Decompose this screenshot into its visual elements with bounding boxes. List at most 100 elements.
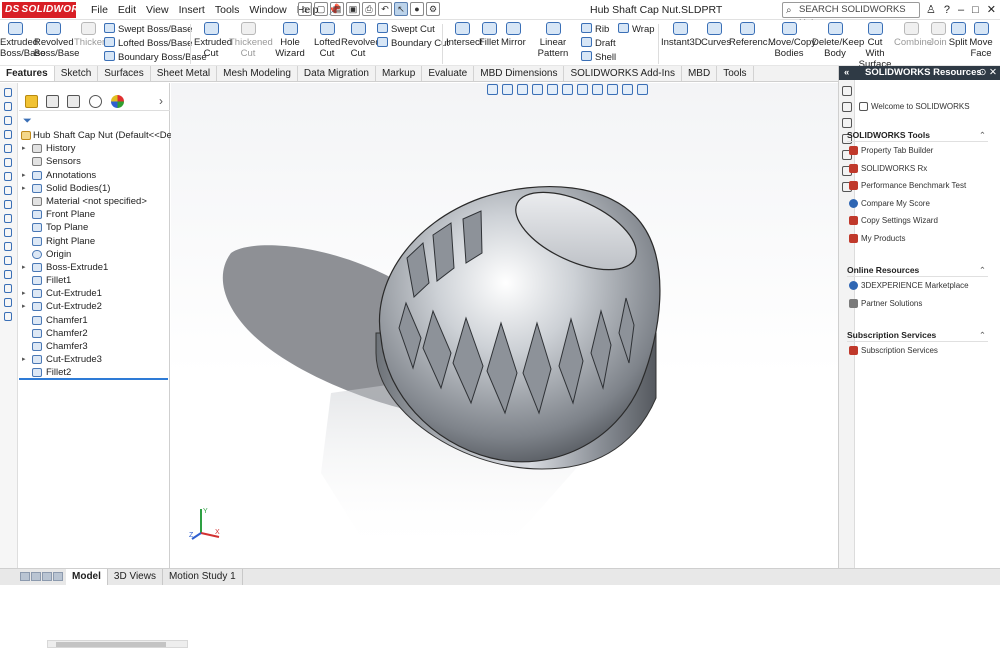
link-property-tab-builder[interactable]: Property Tab Builder	[847, 142, 988, 160]
prev-tab-icon[interactable]	[31, 572, 41, 581]
tool-icon[interactable]	[4, 312, 12, 321]
tool-icon[interactable]	[4, 130, 12, 139]
tree-item-chamfer2[interactable]: Chamfer2	[19, 327, 170, 340]
thicken-button[interactable]: Thicken	[74, 22, 107, 48]
tree-item-chamfer3[interactable]: Chamfer3	[19, 340, 170, 353]
draft-button[interactable]: Draft	[581, 37, 616, 50]
help-icon[interactable]: ?	[944, 0, 950, 20]
search-input[interactable]: ⌕ SEARCH SOLIDWORKS Help	[782, 2, 920, 29]
tree-item-cut-extrude2[interactable]: ▸ Cut-Extrude2	[19, 300, 170, 313]
pin-pane-icon[interactable]: ⊙ ✕	[978, 66, 997, 80]
curves-button[interactable]: Curves	[701, 22, 731, 48]
tool-icon[interactable]	[4, 116, 12, 125]
next-tab-icon[interactable]	[42, 572, 52, 581]
tree-item-history[interactable]: ▸ History	[19, 142, 170, 155]
cut-with-surface-button[interactable]: Cut With Surface	[858, 22, 892, 70]
tool-icon[interactable]	[4, 284, 12, 293]
hole-wizard-button[interactable]: Hole Wizard	[268, 22, 312, 59]
section-title[interactable]: Subscription Services ⌃	[847, 328, 988, 342]
instant3d-button[interactable]: Instant3D	[661, 22, 702, 48]
revolved-cut-button[interactable]: Revolved Cut	[341, 22, 381, 59]
revolved-boss-button[interactable]: Revolved Boss/Base	[34, 22, 79, 59]
expand-arrow-icon[interactable]: ▸	[22, 142, 26, 155]
minimize-button[interactable]: –	[958, 0, 964, 20]
chevron-right-icon[interactable]: ›	[159, 94, 163, 108]
tool-icon[interactable]	[4, 158, 12, 167]
reference-geometry-button[interactable]: Referenc...	[729, 22, 775, 48]
swept-boss-button[interactable]: Swept Boss/Base	[104, 23, 192, 36]
expand-arrow-icon[interactable]: ▸	[22, 287, 26, 300]
delete-keep-body-button[interactable]: Delete/Keep Body	[812, 22, 864, 59]
boundary-cut-button[interactable]: Boundary Cut	[377, 37, 449, 50]
tab-mbd[interactable]: MBD	[682, 66, 718, 81]
link-solidworks-rx[interactable]: SOLIDWORKS Rx	[847, 160, 988, 178]
tree-item-right-plane[interactable]: Right Plane	[19, 235, 170, 248]
tab-model[interactable]: Model	[66, 569, 108, 585]
move-face-button[interactable]: Move Face	[969, 22, 993, 59]
design-library-icon[interactable]	[842, 102, 852, 112]
split-button[interactable]: Split	[948, 22, 968, 48]
tool-icon[interactable]	[4, 270, 12, 279]
display-manager-tab-icon[interactable]	[111, 95, 124, 108]
intersect-button[interactable]: Intersect	[446, 22, 482, 48]
lofted-cut-button[interactable]: Lofted Cut	[314, 22, 340, 59]
tree-item-boss-extrude1[interactable]: ▸ Boss-Extrude1	[19, 261, 170, 274]
expand-arrow-icon[interactable]: ▸	[22, 261, 26, 274]
tool-icon[interactable]	[4, 102, 12, 111]
tool-icon[interactable]	[4, 88, 12, 97]
expand-arrow-icon[interactable]: ▸	[22, 300, 26, 313]
expand-arrow-icon[interactable]: ▸	[22, 353, 26, 366]
fillet-button[interactable]: Fillet	[479, 22, 499, 48]
tab-evaluate[interactable]: Evaluate	[422, 66, 475, 81]
property-manager-tab-icon[interactable]	[46, 95, 59, 108]
linear-pattern-button[interactable]: Linear Pattern	[527, 22, 579, 59]
menu-window[interactable]: Window	[244, 0, 291, 20]
tab-data-migration[interactable]: Data Migration	[298, 66, 376, 81]
lofted-boss-button[interactable]: Lofted Boss/Base	[104, 37, 192, 50]
traffic-light-icon[interactable]: ●	[410, 2, 424, 16]
tree-item-cut-extrude3[interactable]: ▸ Cut-Extrude3	[19, 353, 170, 366]
tree-item-solid-bodies[interactable]: ▸ Solid Bodies(1)	[19, 182, 170, 195]
combine-button[interactable]: Combine	[894, 22, 932, 48]
link-partner-solutions[interactable]: Partner Solutions	[847, 295, 988, 313]
section-title[interactable]: Online Resources ⌃	[847, 263, 988, 277]
scrollbar-thumb[interactable]	[56, 642, 166, 647]
link-my-products[interactable]: My Products	[847, 230, 988, 248]
tab-markup[interactable]: Markup	[376, 66, 423, 81]
new-document-icon[interactable]: ▢	[314, 2, 328, 16]
tool-icon[interactable]	[4, 186, 12, 195]
collapse-arrow-icon[interactable]: ⌃	[979, 263, 986, 277]
link-compare-score[interactable]: Compare My Score	[847, 195, 988, 213]
extruded-boss-button[interactable]: Extruded Boss/Base	[0, 22, 45, 59]
boundary-boss-button[interactable]: Boundary Boss/Base	[104, 51, 207, 64]
tree-item-sensors[interactable]: Sensors	[19, 155, 170, 168]
link-copy-settings[interactable]: Copy Settings Wizard	[847, 212, 988, 230]
graphics-area[interactable]: Y X Z	[171, 83, 838, 568]
tree-root-part[interactable]: Hub Shaft Cap Nut (Default<<Defau	[19, 129, 185, 142]
select-cursor-icon[interactable]: ↖	[394, 2, 408, 16]
configuration-manager-tab-icon[interactable]	[67, 95, 80, 108]
tool-icon[interactable]	[4, 200, 12, 209]
tree-item-material[interactable]: Material <not specified>	[19, 195, 170, 208]
open-folder-icon[interactable]: ▤	[330, 2, 344, 16]
rollback-bar[interactable]	[19, 378, 168, 380]
tab-mesh-modeling[interactable]: Mesh Modeling	[217, 66, 298, 81]
mirror-button[interactable]: Mirror	[501, 22, 526, 48]
tree-item-top-plane[interactable]: Top Plane	[19, 221, 170, 234]
menu-edit[interactable]: Edit	[113, 0, 141, 20]
tool-icon[interactable]	[4, 242, 12, 251]
welcome-item[interactable]: Welcome to SOLIDWORKS	[857, 98, 998, 116]
menu-tools[interactable]: Tools	[210, 0, 245, 20]
join-button[interactable]: Join	[929, 22, 947, 48]
wrap-button[interactable]: Wrap	[618, 23, 655, 36]
link-benchmark-test[interactable]: Performance Benchmark Test	[847, 177, 988, 195]
link-3dexperience-marketplace[interactable]: 3DEXPERIENCE Marketplace	[847, 277, 988, 295]
save-icon[interactable]: ▣	[346, 2, 360, 16]
move-copy-bodies-button[interactable]: Move/Copy Bodies	[768, 22, 816, 59]
tab-tools[interactable]: Tools	[717, 66, 754, 81]
menu-view[interactable]: View	[141, 0, 174, 20]
tool-icon[interactable]	[4, 228, 12, 237]
last-tab-icon[interactable]	[53, 572, 63, 581]
tab-3d-views[interactable]: 3D Views	[108, 569, 163, 585]
print-icon[interactable]: ⎙	[362, 2, 376, 16]
